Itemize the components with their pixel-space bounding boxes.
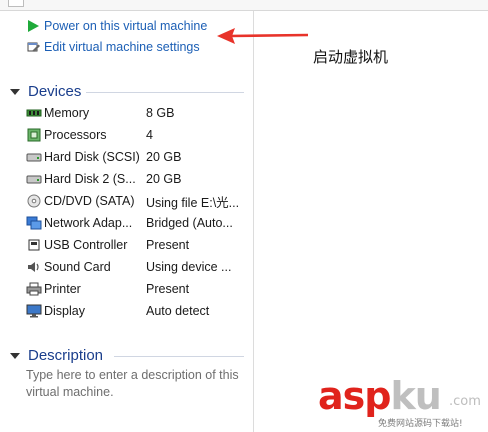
hard-disk-icon	[26, 172, 42, 186]
description-input[interactable]: Type here to enter a description of this…	[26, 367, 241, 401]
device-row-cd-dvd[interactable]: CD/DVD (SATA) Using file E:\光...	[26, 191, 248, 211]
device-row-hard-disk-2[interactable]: Hard Disk 2 (S... 20 GB	[26, 169, 248, 189]
power-on-link[interactable]: Power on this virtual machine	[27, 17, 207, 35]
device-value: 20 GB	[146, 172, 182, 186]
network-adapter-icon	[26, 216, 42, 230]
device-value: Using file E:\光...	[146, 195, 240, 210]
device-value: Using device ...	[146, 260, 232, 274]
device-name: Hard Disk 2 (S...	[44, 172, 136, 186]
device-value: 4	[146, 128, 153, 142]
memory-icon	[26, 106, 42, 120]
device-name: Network Adap...	[44, 216, 133, 230]
display-icon	[26, 304, 42, 318]
device-row-hard-disk-scsi[interactable]: Hard Disk (SCSI) 20 GB	[26, 147, 248, 167]
vm-preview-pane	[254, 11, 488, 432]
device-name: USB Controller	[44, 238, 128, 252]
annotation-arrow	[217, 28, 309, 44]
device-value: Present	[146, 238, 190, 252]
device-row-usb-controller[interactable]: USB Controller Present	[26, 235, 248, 255]
settings-icon	[27, 40, 41, 54]
watermark-logo: aspku	[318, 374, 442, 418]
description-title: Description	[28, 346, 104, 364]
collapse-triangle-icon[interactable]	[10, 88, 20, 95]
device-name: Sound Card	[44, 260, 111, 274]
collapse-triangle-icon[interactable]	[10, 352, 20, 359]
annotation-text: 启动虚拟机	[313, 48, 389, 66]
hard-disk-icon	[26, 150, 42, 164]
watermark-dot-com: .com	[449, 394, 481, 409]
sound-card-icon	[26, 260, 42, 274]
device-name: Memory	[44, 106, 90, 120]
edit-settings-label: Edit virtual machine settings	[44, 40, 200, 54]
device-name: CD/DVD (SATA)	[44, 194, 135, 208]
device-name: Display	[44, 304, 85, 318]
watermark: aspku .com 免费网站源码下载站!	[318, 374, 486, 430]
usb-icon	[26, 238, 42, 252]
device-value: Present	[146, 282, 190, 296]
devices-divider	[86, 92, 244, 93]
device-row-printer[interactable]: Printer Present	[26, 279, 248, 299]
top-strip	[0, 0, 488, 11]
device-row-sound-card[interactable]: Sound Card Using device ...	[26, 257, 248, 277]
description-divider	[114, 356, 244, 357]
device-row-processors[interactable]: Processors 4	[26, 125, 248, 145]
device-name: Hard Disk (SCSI)	[44, 150, 140, 164]
device-row-display[interactable]: Display Auto detect	[26, 301, 248, 321]
power-on-label: Power on this virtual machine	[44, 19, 208, 33]
device-value: Bridged (Auto...	[146, 216, 233, 230]
cd-dvd-icon	[26, 194, 42, 208]
device-value: 20 GB	[146, 150, 182, 164]
edit-settings-link[interactable]: Edit virtual machine settings	[27, 38, 200, 56]
device-name: Processors	[44, 128, 107, 142]
play-icon	[27, 19, 41, 33]
device-row-memory[interactable]: Memory 8 GB	[26, 103, 248, 123]
tab-corner	[8, 0, 24, 7]
device-value: 8 GB	[146, 106, 175, 120]
devices-header[interactable]: Devices	[10, 81, 81, 101]
devices-title: Devices	[28, 82, 82, 100]
device-value: Auto detect	[146, 304, 210, 318]
device-name: Printer	[44, 282, 81, 296]
watermark-tagline: 免费网站源码下载站!	[378, 419, 463, 429]
device-row-network-adapter[interactable]: Network Adap... Bridged (Auto...	[26, 213, 248, 233]
description-header[interactable]: Description	[10, 345, 103, 365]
processor-icon	[26, 128, 42, 142]
printer-icon	[26, 282, 42, 296]
